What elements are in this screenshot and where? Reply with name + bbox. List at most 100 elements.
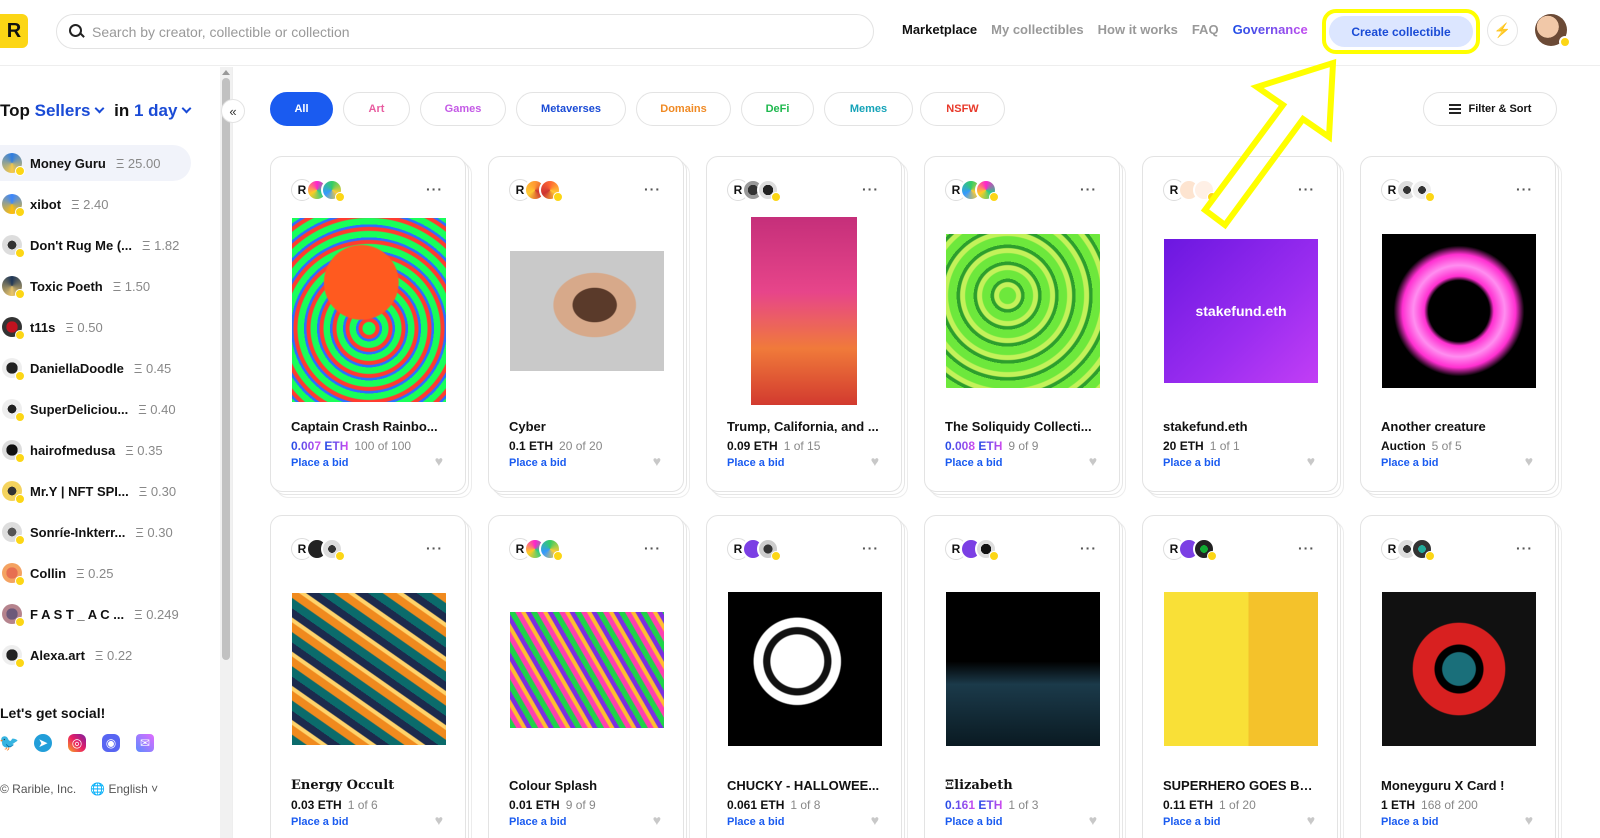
place-bid-link[interactable]: Place a bid [1163, 457, 1220, 469]
collectible-card[interactable]: R ··· Moneyguru X Card ! 1 ETH 168 of 200 Pla… [1360, 515, 1556, 838]
collectible-title[interactable]: Captain Crash Rainbo... [291, 419, 446, 434]
nav-my-collectibles[interactable]: My collectibles [991, 22, 1083, 37]
place-bid-link[interactable]: Place a bid [945, 816, 1002, 828]
language-selector[interactable]: 🌐 English ˅ [90, 782, 158, 796]
category-pill-nsfw[interactable]: NSFW [920, 92, 1005, 126]
collectible-card[interactable]: R ··· Another creature Auction 5 of 5 Place a… [1360, 156, 1556, 492]
category-pill-games[interactable]: Games [420, 92, 506, 126]
place-bid-link[interactable]: Place a bid [509, 816, 566, 828]
owner-avatar[interactable] [757, 179, 781, 202]
collectible-card[interactable]: R ··· SUPERHERO GOES BR... 0.11 ETH 1 of 20 P… [1142, 515, 1338, 838]
heart-icon[interactable]: ♥ [1089, 812, 1097, 828]
search-bar[interactable] [56, 14, 874, 49]
scroll-up-arrow-icon[interactable] [222, 70, 230, 75]
more-options-icon[interactable]: ··· [426, 181, 443, 197]
collectible-image[interactable] [1382, 592, 1536, 746]
twitter-icon[interactable]: 🐦 [0, 734, 19, 752]
period-dropdown[interactable]: 1 day [134, 101, 196, 120]
filter-sort-button[interactable]: Filter & Sort [1423, 92, 1557, 126]
seller-row[interactable]: Toxic Poeth Ξ 1.50 [0, 268, 191, 304]
collectible-title[interactable]: Another creature [1381, 419, 1536, 434]
category-pill-memes[interactable]: Memes [824, 92, 913, 126]
heart-icon[interactable]: ♥ [435, 812, 443, 828]
place-bid-link[interactable]: Place a bid [945, 457, 1002, 469]
place-bid-link[interactable]: Place a bid [509, 457, 566, 469]
collectible-title[interactable]: SUPERHERO GOES BR... [1163, 778, 1318, 793]
collectible-image[interactable] [510, 251, 664, 371]
more-options-icon[interactable]: ··· [1080, 181, 1097, 197]
collectible-card[interactable]: R ··· Captain Crash Rainbo... 0.007 ETH 100 … [270, 156, 466, 492]
more-options-icon[interactable]: ··· [1516, 181, 1533, 197]
email-icon[interactable]: ✉ [136, 734, 154, 752]
seller-row[interactable]: F A S T _ A C ... Ξ 0.249 [0, 596, 191, 632]
collectible-image[interactable] [1382, 234, 1536, 388]
seller-type-dropdown[interactable]: Sellers [35, 101, 110, 120]
place-bid-link[interactable]: Place a bid [291, 457, 348, 469]
owner-avatar[interactable] [1411, 179, 1435, 202]
owner-avatar[interactable] [321, 538, 345, 561]
seller-row[interactable]: hairofmedusa Ξ 0.35 [0, 432, 191, 468]
more-options-icon[interactable]: ··· [644, 540, 661, 556]
heart-icon[interactable]: ♥ [1307, 812, 1315, 828]
telegram-icon[interactable]: ➤ [34, 734, 52, 752]
collectible-card[interactable]: R ··· Colour Splash 0.01 ETH 9 of 9 Place a b… [488, 515, 684, 838]
collectible-title[interactable]: Trump, California, and ... [727, 419, 882, 434]
more-options-icon[interactable]: ··· [862, 540, 879, 556]
category-pill-metaverses[interactable]: Metaverses [516, 92, 626, 126]
heart-icon[interactable]: ♥ [871, 812, 879, 828]
more-options-icon[interactable]: ··· [644, 181, 661, 197]
seller-row[interactable]: Money Guru Ξ 25.00 [0, 145, 191, 181]
more-options-icon[interactable]: ··· [1298, 540, 1315, 556]
category-pill-all[interactable]: All [270, 92, 333, 126]
place-bid-link[interactable]: Place a bid [727, 816, 784, 828]
collectible-card[interactable]: R ··· CHUCKY - HALLOWEE... 0.061 ETH 1 of 8 P… [706, 515, 902, 838]
search-input[interactable] [92, 23, 792, 40]
heart-icon[interactable]: ♥ [871, 453, 879, 469]
collectible-title[interactable]: Moneyguru X Card ! [1381, 778, 1536, 793]
place-bid-link[interactable]: Place a bid [1163, 816, 1220, 828]
discord-icon[interactable]: ◉ [102, 734, 120, 752]
collectible-image[interactable] [510, 612, 664, 728]
seller-row[interactable]: Sonríe-Inkterr... Ξ 0.30 [0, 514, 191, 550]
bolt-icon[interactable]: ⚡ [1487, 15, 1518, 46]
collectible-title[interactable]: The Soliquidy Collecti... [945, 419, 1100, 434]
owner-avatar[interactable] [757, 538, 781, 561]
heart-icon[interactable]: ♥ [435, 453, 443, 469]
category-pill-art[interactable]: Art [343, 92, 410, 126]
place-bid-link[interactable]: Place a bid [1381, 816, 1438, 828]
more-options-icon[interactable]: ··· [426, 540, 443, 556]
seller-row[interactable]: xibot Ξ 2.40 [0, 186, 191, 222]
heart-icon[interactable]: ♥ [653, 812, 661, 828]
rarible-logo[interactable]: R [0, 14, 28, 48]
collectible-image[interactable] [1164, 592, 1318, 746]
collectible-image[interactable] [946, 234, 1100, 388]
owner-avatar[interactable] [321, 179, 345, 202]
heart-icon[interactable]: ♥ [653, 453, 661, 469]
place-bid-link[interactable]: Place a bid [291, 816, 348, 828]
seller-row[interactable]: SuperDeliciou... Ξ 0.40 [0, 391, 191, 427]
collectible-image[interactable] [728, 592, 882, 746]
owner-avatar[interactable] [975, 538, 999, 561]
heart-icon[interactable]: ♥ [1089, 453, 1097, 469]
heart-icon[interactable]: ♥ [1525, 812, 1533, 828]
category-pill-domains[interactable]: Domains [636, 92, 731, 126]
collectible-image[interactable] [292, 218, 446, 402]
collectible-image[interactable]: stakefund.eth [1164, 239, 1318, 383]
seller-row[interactable]: Collin Ξ 0.25 [0, 555, 191, 591]
nav-how-it-works[interactable]: How it works [1098, 22, 1178, 37]
more-options-icon[interactable]: ··· [1516, 540, 1533, 556]
collectible-card[interactable]: R ··· Ξlizabeth 0.161 ETH 1 of 3 Place a bid ♥ [924, 515, 1120, 838]
instagram-icon[interactable]: ◎ [68, 734, 86, 752]
collectible-image[interactable] [751, 217, 857, 405]
owner-avatar[interactable] [539, 179, 563, 202]
more-options-icon[interactable]: ··· [862, 181, 879, 197]
seller-row[interactable]: DaniellaDoodle Ξ 0.45 [0, 350, 191, 386]
more-options-icon[interactable]: ··· [1080, 540, 1097, 556]
collectible-title[interactable]: Energy Occult [291, 778, 446, 793]
category-pill-defi[interactable]: DeFi [741, 92, 814, 126]
collectible-card[interactable]: R ··· The Soliquidy Collecti... 0.008 ETH 9 … [924, 156, 1120, 492]
collapse-sidebar-button[interactable]: « [221, 99, 245, 123]
owner-avatar[interactable] [1193, 538, 1217, 561]
collectible-title[interactable]: Colour Splash [509, 778, 664, 793]
collectible-card[interactable]: R ··· stakefund.eth stakefund.eth 20 ETH 1 of… [1142, 156, 1338, 492]
